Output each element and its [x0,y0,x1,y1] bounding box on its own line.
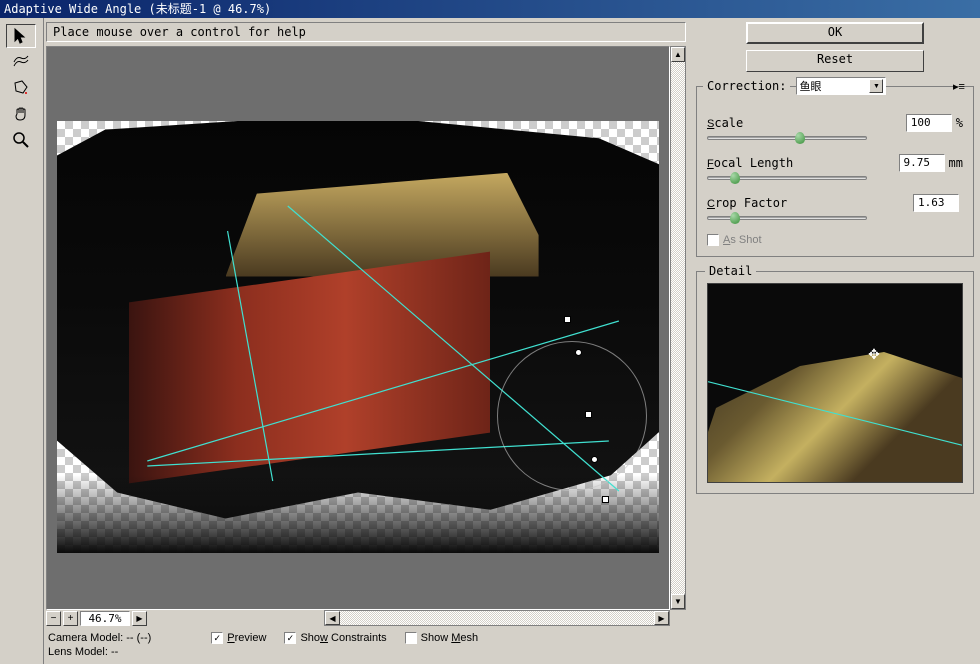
tool-hand[interactable] [6,102,36,126]
constraints-label: Show Constraints [300,632,386,644]
footer: Camera Model: -- (--) Lens Model: -- ✓ P… [46,626,686,660]
crop-value[interactable]: 1.63 [913,194,959,212]
handle[interactable] [564,316,571,323]
detail-constraint-line [708,284,962,479]
scale-unit: % [956,116,963,130]
check-icon: ✓ [211,632,223,644]
panel-menu-icon[interactable]: ▸≡ [951,80,967,93]
move-cursor-icon: ✥ [866,346,882,362]
as-shot-label: As Shot [723,234,762,246]
focal-value[interactable]: 9.75 [899,154,945,172]
ok-button[interactable]: OK [746,22,924,44]
zoom-value[interactable]: 46.7% [80,611,130,626]
photo-preview [57,121,659,553]
handle[interactable] [602,496,609,503]
reset-button[interactable]: Reset [746,50,924,72]
scroll-left-button[interactable]: ◀ [325,611,340,625]
tool-arrow[interactable] [6,24,36,48]
tool-zoom[interactable] [6,128,36,152]
handle[interactable] [585,411,592,418]
canvas-area: ▲ ▼ ◀ ▶ − + 46.7% ▶ [46,46,686,626]
image-canvas[interactable] [46,46,670,610]
zoom-controls: − + 46.7% ▶ [46,610,147,626]
chevron-down-icon: ▼ [869,79,883,93]
show-constraints-checkbox[interactable]: ✓ Show Constraints [284,632,386,644]
as-shot-checkbox[interactable]: As Shot [707,234,963,246]
scale-slider[interactable]: Scale 100 % [707,114,963,140]
zoom-menu-button[interactable]: ▶ [132,611,147,626]
zoom-out-button[interactable]: − [46,611,61,626]
focal-label: Focal Length [707,156,793,170]
detail-preview[interactable]: ✥ [707,283,963,483]
correction-select[interactable]: 鱼眼 ▼ [796,77,886,95]
detail-group: Detail ✥ [696,271,974,494]
toolbox [0,18,44,664]
horizontal-scrollbar[interactable]: ◀ ▶ [324,610,670,626]
focal-length-slider[interactable]: Focal Length 9.75 mm [707,154,963,180]
title-bar: Adaptive Wide Angle (未标题-1 @ 46.7%) [0,0,980,18]
preview-label: Preview [227,632,266,644]
scroll-right-button[interactable]: ▶ [654,611,669,625]
vertical-scrollbar[interactable]: ▲ ▼ [670,46,686,610]
scale-label: Scale [707,116,743,130]
correction-value: 鱼眼 [799,78,821,94]
show-mesh-checkbox[interactable]: Show Mesh [405,632,479,644]
check-icon [405,632,417,644]
preview-checkbox[interactable]: ✓ Preview [211,632,266,644]
crop-factor-slider[interactable]: Crop Factor 1.63 [707,194,963,220]
zoom-in-button[interactable]: + [63,611,78,626]
handle[interactable] [575,349,582,356]
detail-label: Detail [705,264,756,278]
constraint-circle[interactable] [497,341,647,491]
correction-label: Correction: [703,79,790,93]
focal-unit: mm [949,156,963,170]
scroll-down-button[interactable]: ▼ [671,594,685,609]
scale-value[interactable]: 100 [906,114,952,132]
right-panel: OK Reset Correction: 鱼眼 ▼ ▸≡ Scale 100 % [690,18,980,664]
check-icon [707,234,719,246]
mesh-label: Show Mesh [421,632,479,644]
tool-constraint[interactable] [6,50,36,74]
correction-group: Correction: 鱼眼 ▼ ▸≡ Scale 100 % Focal Le [696,86,974,257]
handle[interactable] [591,456,598,463]
tool-polygon[interactable] [6,76,36,100]
crop-label: Crop Factor [707,196,787,210]
check-icon: ✓ [284,632,296,644]
lens-model-label: Lens Model: -- [48,646,151,658]
scroll-up-button[interactable]: ▲ [671,47,685,62]
camera-model-label: Camera Model: -- (--) [48,632,151,644]
help-bar: Place mouse over a control for help [46,22,686,42]
